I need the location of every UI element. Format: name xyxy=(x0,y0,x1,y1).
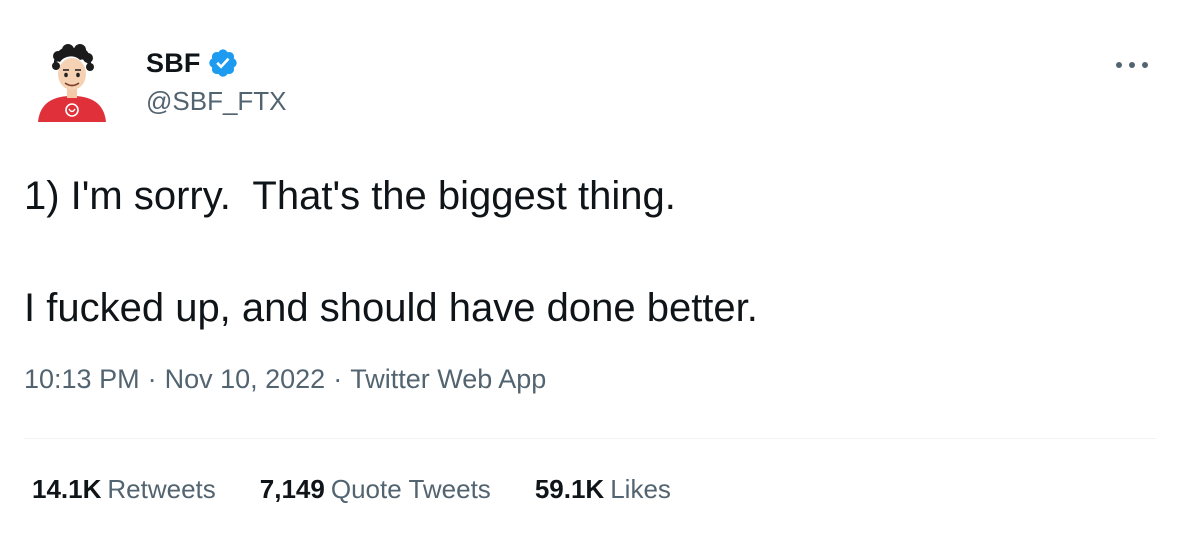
quote-tweets-count: 7,149 xyxy=(259,474,325,504)
meta-separator: · xyxy=(333,364,343,394)
more-options-button[interactable] xyxy=(1112,50,1152,80)
avatar-image xyxy=(38,44,106,122)
tweet-date[interactable]: Nov 10, 2022 xyxy=(165,364,326,394)
tweet-text: 1) I'm sorry. That's the biggest thing. … xyxy=(24,174,758,330)
author-block: SBF @SBF_FTX xyxy=(146,46,287,118)
verified-badge-icon xyxy=(207,47,239,79)
tweet-meta: 10:13 PM · Nov 10, 2022 · Twitter Web App xyxy=(24,364,546,395)
likes-stat[interactable]: 59.1K Likes xyxy=(535,474,671,505)
quote-tweets-stat[interactable]: 7,149 Quote Tweets xyxy=(260,474,491,505)
avatar[interactable] xyxy=(34,42,110,122)
more-options-icon xyxy=(1116,62,1148,68)
quote-tweets-label: Quote Tweets xyxy=(330,474,491,504)
divider xyxy=(24,438,1156,439)
meta-separator: · xyxy=(147,364,157,394)
retweets-stat[interactable]: 14.1K Retweets xyxy=(32,474,216,505)
author-name-row: SBF xyxy=(146,46,287,80)
tweet-time[interactable]: 10:13 PM xyxy=(24,364,140,394)
author-name[interactable]: SBF xyxy=(146,46,201,80)
author-handle[interactable]: @SBF_FTX xyxy=(146,84,287,118)
retweets-count: 14.1K xyxy=(32,474,102,504)
retweets-label: Retweets xyxy=(107,474,216,504)
likes-label: Likes xyxy=(610,474,671,504)
tweet-source[interactable]: Twitter Web App xyxy=(350,364,546,394)
tweet-stats: 14.1K Retweets 7,149 Quote Tweets 59.1K Lik… xyxy=(32,474,671,505)
likes-count: 59.1K xyxy=(534,474,605,504)
